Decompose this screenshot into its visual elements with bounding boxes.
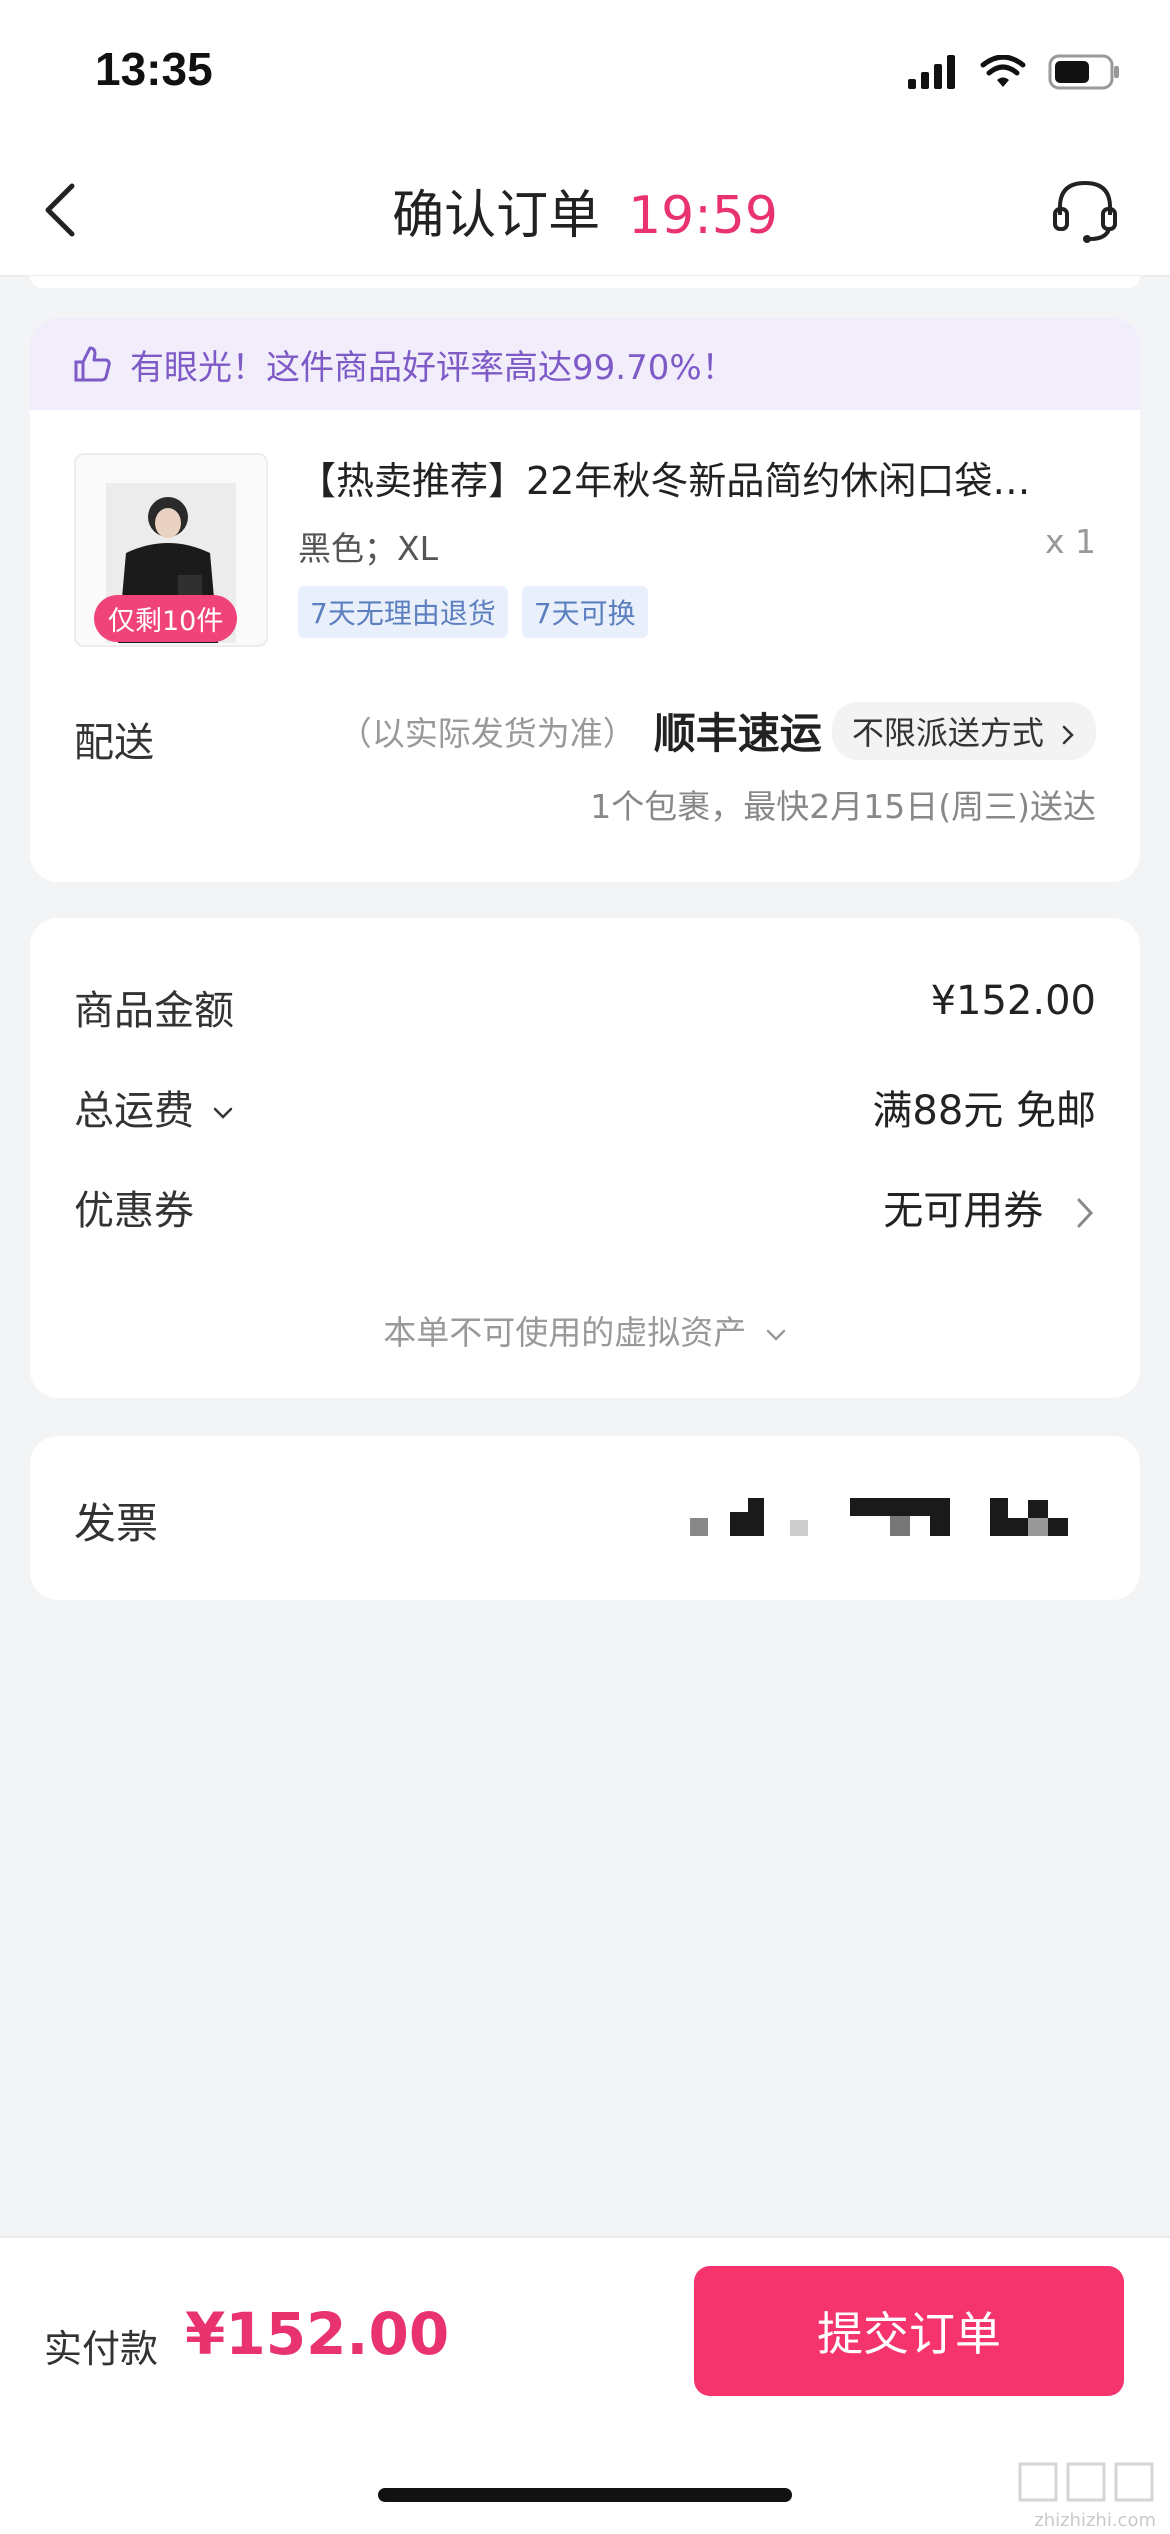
invoice-label: 发票: [74, 1499, 159, 1548]
tag-exchange: 7天可换: [521, 586, 648, 638]
service-tags: 7天无理由退货 7天可换: [298, 586, 648, 638]
redacted-invoice-info: [690, 1498, 1068, 1536]
coupon-label: 优惠券: [74, 1188, 194, 1234]
shipping-fee-label-group[interactable]: 总运费: [74, 1078, 235, 1136]
shipping-fee-value: 满88元 免邮: [872, 1088, 1096, 1134]
pay-label: 实付款: [44, 2327, 159, 2371]
home-indicator[interactable]: [378, 2488, 792, 2502]
chevron-down-icon: [766, 1329, 785, 1341]
price-card: 商品金额 ¥152.00 总运费 满88元 免邮 优惠券 无可用券 本单不可使用…: [30, 918, 1140, 1398]
shipping-method-label: 不限派送方式: [851, 713, 1044, 752]
battery-icon: [1048, 54, 1119, 90]
submit-order-button[interactable]: 提交订单: [694, 2266, 1124, 2396]
tag-return: 7天无理由退货: [298, 586, 508, 638]
goods-amount-row: 商品金额 ¥152.00: [74, 978, 1096, 1038]
page-title: 确认订单 19:59: [0, 173, 1170, 248]
product-quantity: x 1: [1044, 522, 1096, 561]
shipping-fee-row[interactable]: 总运费 满88元 免邮: [74, 1078, 1096, 1138]
customer-service-icon[interactable]: [1050, 175, 1120, 245]
shipping-fee-label: 总运费: [74, 1088, 194, 1134]
coupon-value-group[interactable]: 无可用券: [883, 1178, 1096, 1236]
watermark: zhizhizhi.com: [1016, 2460, 1156, 2531]
signal-icon: [908, 55, 955, 89]
product-title[interactable]: 【热卖推荐】22年秋冬新品简约休闲口袋…: [298, 450, 1098, 505]
invoice-card[interactable]: 发票: [30, 1436, 1140, 1600]
shipping-label: 配送: [74, 720, 154, 766]
countdown-timer: 19:59: [628, 186, 778, 246]
page-title-text: 确认订单: [392, 186, 601, 246]
coupon-value: 无可用券: [883, 1188, 1044, 1234]
product-spec: 黑色；XL: [298, 529, 438, 568]
nav-bar: 确认订单 19:59: [0, 140, 1170, 277]
shipping-eta: 1个包裹，最快2月15日(周三)送达: [590, 787, 1096, 826]
shipping-info: （以实际发货为准） 顺丰速运 不限派送方式: [339, 700, 1096, 761]
coupon-row[interactable]: 优惠券 无可用券: [74, 1178, 1096, 1238]
chevron-right-icon: [1062, 725, 1074, 744]
previous-card-edge: [30, 276, 1140, 288]
thumbs-up-icon: [74, 346, 111, 382]
virtual-assets-label: 本单不可使用的虚拟资产: [383, 1313, 747, 1352]
shipping-carrier: 顺丰速运: [653, 709, 822, 758]
shipping-note: （以实际发货为准）: [338, 713, 636, 753]
shipping-method-selector[interactable]: 不限派送方式: [831, 701, 1096, 760]
rating-banner-text: 有眼光！这件商品好评率高达99.70%！: [130, 347, 736, 388]
product-card: 有眼光！这件商品好评率高达99.70%！ 仅剩10件 【热卖推荐】22年秋冬新品…: [30, 318, 1140, 882]
status-time: 13:35: [95, 43, 213, 95]
status-icons: [908, 54, 1120, 90]
virtual-assets-toggle[interactable]: 本单不可使用的虚拟资产: [30, 1306, 1140, 1354]
chevron-right-icon: [1077, 1198, 1094, 1228]
wifi-icon: [980, 55, 1026, 87]
product-image[interactable]: 仅剩10件: [74, 453, 268, 647]
goods-amount-label: 商品金额: [74, 988, 234, 1034]
stock-badge: 仅剩10件: [94, 595, 238, 642]
goods-amount-value: ¥152.00: [930, 978, 1096, 1024]
rating-banner: 有眼光！这件商品好评率高达99.70%！: [30, 318, 1140, 410]
pay-amount: ¥152.00: [185, 2300, 450, 2368]
watermark-logo: [1018, 2462, 1154, 2502]
watermark-text: zhizhizhi.com: [1034, 2510, 1156, 2531]
chevron-down-icon: [213, 1107, 232, 1119]
status-bar: 13:35: [0, 0, 1170, 140]
